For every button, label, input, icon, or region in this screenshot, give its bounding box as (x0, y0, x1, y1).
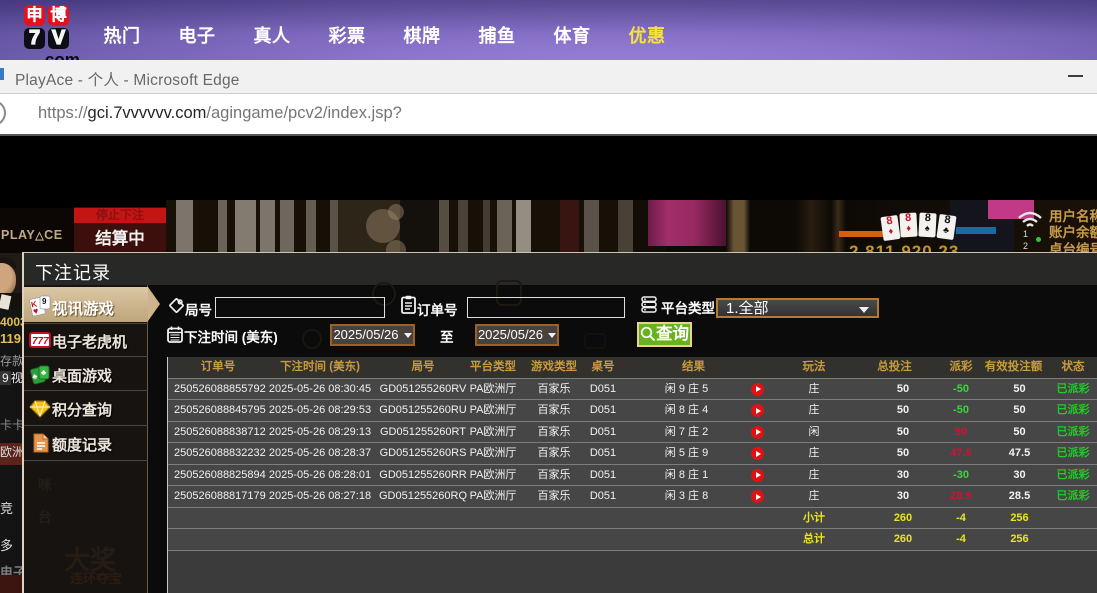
svg-text:777: 777 (32, 336, 49, 347)
svg-text:9: 9 (42, 297, 47, 306)
svg-text:♣: ♣ (41, 368, 47, 377)
